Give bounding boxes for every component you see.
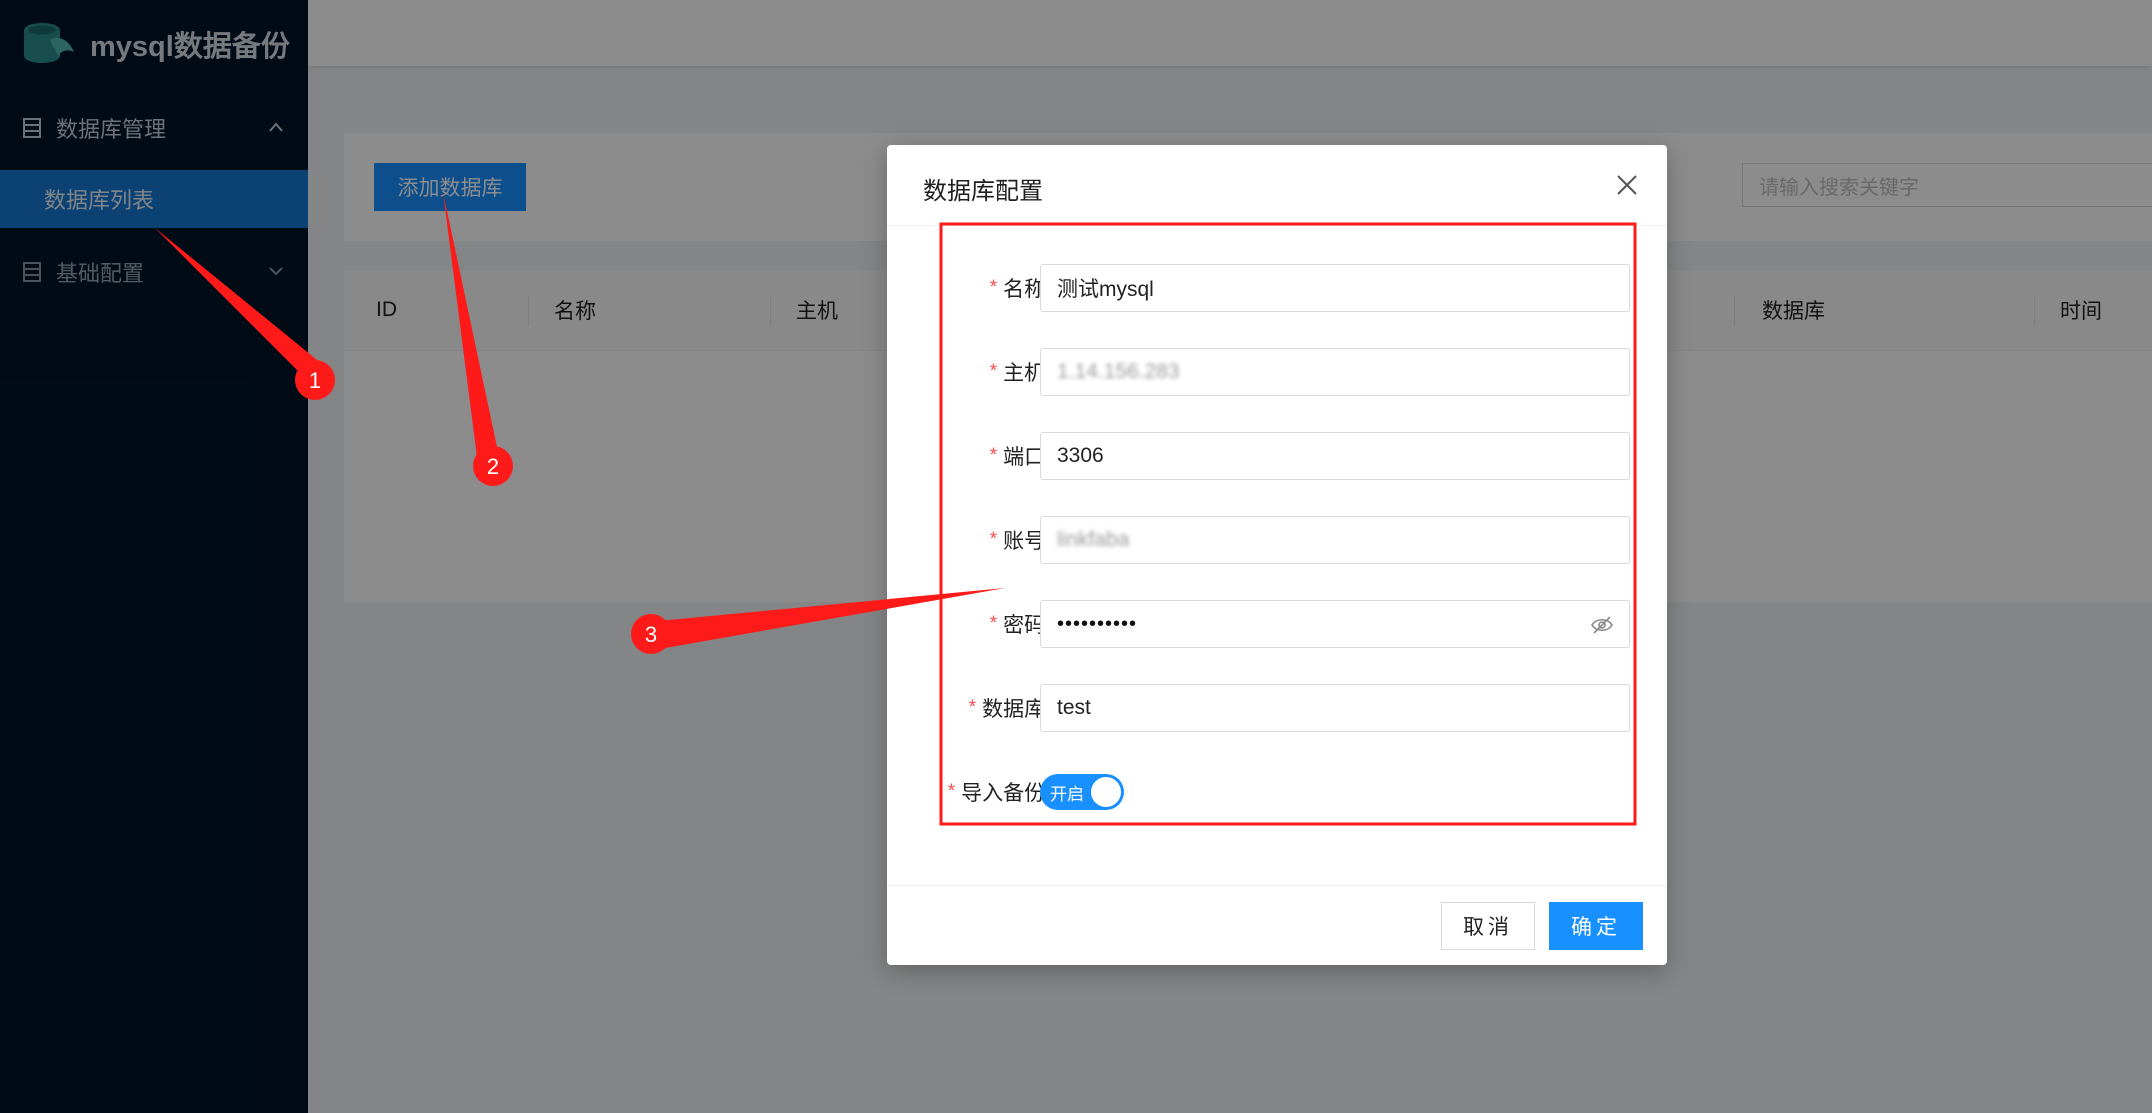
database-value: test xyxy=(1057,696,1091,719)
ok-button[interactable]: 确定 xyxy=(1549,902,1643,950)
field-label: * 数据库: xyxy=(969,684,1051,732)
port-input[interactable]: 3306 xyxy=(1040,432,1630,480)
required-mark: * xyxy=(989,613,998,634)
password-value: •••••••••• xyxy=(1057,612,1138,635)
form-row-name: * 名称: 测试mysql xyxy=(887,264,1667,312)
switch-knob xyxy=(1091,777,1121,807)
name-value: 测试mysql xyxy=(1057,278,1154,301)
name-input[interactable]: 测试mysql xyxy=(1040,264,1630,312)
form-row-port: * 端口: 3306 xyxy=(887,432,1667,480)
host-input[interactable]: 1.14.156.283 xyxy=(1040,348,1630,396)
port-value: 3306 xyxy=(1057,444,1104,467)
account-input[interactable]: linkfaba xyxy=(1040,516,1630,564)
form-row-import-backup: * 导入备份: 开启 xyxy=(887,768,1667,816)
host-value: 1.14.156.283 xyxy=(1057,360,1180,383)
account-value: linkfaba xyxy=(1057,528,1130,551)
import-backup-switch[interactable]: 开启 xyxy=(1040,774,1124,810)
required-mark: * xyxy=(989,529,998,550)
required-mark: * xyxy=(989,361,998,382)
dialog-footer: 取消 确定 xyxy=(887,885,1667,966)
eye-invisible-icon[interactable] xyxy=(1591,615,1613,635)
form-row-database: * 数据库: test xyxy=(887,684,1667,732)
form-row-host: * 主机: 1.14.156.283 xyxy=(887,348,1667,396)
database-input[interactable]: test xyxy=(1040,684,1630,732)
form-row-account: * 账号: linkfaba xyxy=(887,516,1667,564)
required-mark: * xyxy=(989,445,998,466)
required-mark: * xyxy=(947,781,956,802)
switch-text: 开启 xyxy=(1050,784,1084,804)
database-config-dialog: 数据库配置 * 名称: 测试mysql * 主机: 1.14.156.283 * 端口… xyxy=(887,145,1667,965)
field-label: * 导入备份: xyxy=(948,768,1051,816)
form-row-password: * 密码: •••••••••• xyxy=(887,600,1667,648)
dialog-header: 数据库配置 xyxy=(887,145,1667,226)
dialog-title: 数据库配置 xyxy=(923,178,1043,205)
required-mark: * xyxy=(968,697,977,718)
field-label-text: 导入备份: xyxy=(961,782,1051,805)
password-input[interactable]: •••••••••• xyxy=(1040,600,1630,648)
close-icon[interactable] xyxy=(1613,171,1641,199)
cancel-button[interactable]: 取消 xyxy=(1441,902,1535,950)
required-mark: * xyxy=(989,277,998,298)
